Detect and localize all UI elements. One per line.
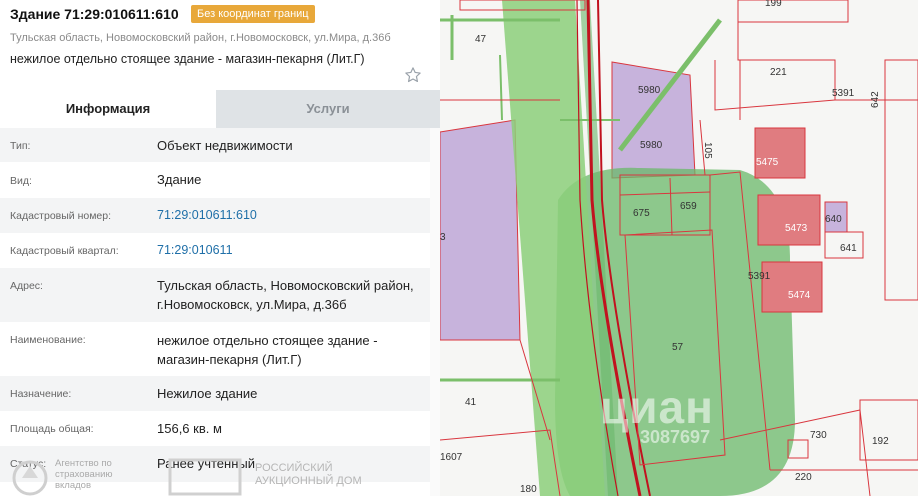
map-label: 3 bbox=[440, 232, 446, 243]
row-value: Нежилое здание bbox=[157, 386, 258, 401]
row-value: Тульская область, Новомосковский район, … bbox=[157, 278, 414, 312]
map-label: 105 bbox=[702, 142, 713, 159]
row-label: Тип: bbox=[10, 140, 31, 152]
panel-scrollbar[interactable] bbox=[430, 128, 440, 496]
table-row: Вид: Здание bbox=[0, 162, 430, 198]
tab-info[interactable]: Информация bbox=[0, 90, 216, 128]
tab-bar: Информация Услуги bbox=[0, 90, 440, 128]
table-row: Кадастровый квартал: 71:29:010611 bbox=[0, 233, 430, 268]
table-row: Наименование: нежилое отдельно стоящее з… bbox=[0, 322, 430, 376]
row-label: Назначение: bbox=[10, 388, 72, 400]
map-label: 642 bbox=[870, 91, 881, 108]
star-icon[interactable] bbox=[404, 66, 422, 84]
map-label: 640 bbox=[825, 214, 842, 225]
row-value: 156,6 кв. м bbox=[157, 421, 222, 436]
status-badge: Без координат границ bbox=[191, 5, 315, 23]
cian-watermark-id: 3087697 bbox=[640, 427, 711, 447]
map-label: 641 bbox=[840, 243, 857, 254]
map-label: 221 bbox=[770, 67, 787, 78]
map-label: 220 bbox=[795, 472, 812, 483]
cadastral-number-link[interactable]: 71:29:010611:610 bbox=[157, 206, 425, 225]
map-label: 5980 bbox=[640, 140, 663, 151]
table-row: Тип: Объект недвижимости bbox=[0, 128, 430, 162]
table-row: Кадастровый номер: 71:29:010611:610 bbox=[0, 198, 430, 233]
table-row: Адрес: Тульская область, Новомосковский … bbox=[0, 268, 430, 322]
agency-watermark: Агентство по страхованию вкладов bbox=[55, 458, 113, 491]
map-label: 675 bbox=[633, 208, 650, 219]
map-label: 47 bbox=[475, 34, 487, 45]
map-label: 180 bbox=[520, 484, 537, 495]
map-label: 1607 bbox=[440, 452, 463, 463]
map-label: 5980 bbox=[638, 85, 661, 96]
header-address: Тульская область, Новомосковский район, … bbox=[10, 32, 391, 44]
cian-watermark: циан bbox=[600, 381, 714, 433]
map-label: 5473 bbox=[785, 223, 808, 234]
row-label: Адрес: bbox=[10, 280, 43, 292]
row-value: Объект недвижимости bbox=[157, 138, 293, 153]
map-label: 730 bbox=[810, 430, 827, 441]
row-label: Кадастровый номер: bbox=[10, 210, 112, 222]
row-label: Вид: bbox=[10, 175, 32, 187]
table-row: Площадь общая: 156,6 кв. м bbox=[0, 411, 430, 446]
map-label: 41 bbox=[465, 397, 477, 408]
row-label: Кадастровый квартал: bbox=[10, 245, 119, 257]
row-label: Наименование: bbox=[10, 334, 86, 346]
row-value: нежилое отдельно стоящее здание - магази… bbox=[157, 333, 378, 367]
row-label: Площадь общая: bbox=[10, 423, 94, 435]
tab-services[interactable]: Услуги bbox=[216, 90, 440, 128]
map-label: 5391 bbox=[832, 88, 855, 99]
auction-watermark: РОССИЙСКИЙ АУКЦИОННЫЙ ДОМ bbox=[255, 462, 362, 487]
map-label: 5391 bbox=[748, 271, 771, 282]
map-label: 5474 bbox=[788, 290, 811, 301]
cadastral-quarter-link[interactable]: 71:29:010611 bbox=[157, 241, 425, 260]
map-label: 192 bbox=[872, 436, 889, 447]
info-panel: Здание 71:29:010611:610 Без координат гр… bbox=[0, 0, 440, 496]
map-label: 199 bbox=[765, 0, 782, 9]
info-table: Тип: Объект недвижимости Вид: Здание Кад… bbox=[0, 128, 430, 482]
table-row: Назначение: Нежилое здание bbox=[0, 376, 430, 411]
row-value: Здание bbox=[157, 172, 202, 187]
map-label: 5475 bbox=[756, 157, 779, 168]
map-label: 57 bbox=[672, 342, 684, 353]
header-object-name: нежилое отдельно стоящее здание - магази… bbox=[10, 52, 365, 66]
map-label: 659 bbox=[680, 201, 697, 212]
page-title: Здание 71:29:010611:610 bbox=[10, 6, 179, 22]
